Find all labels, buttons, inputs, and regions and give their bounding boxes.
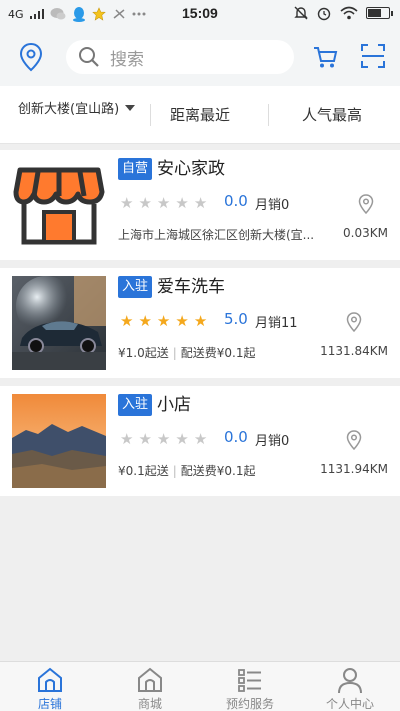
shop-distance: 0.03KM [343, 226, 388, 240]
star-icon: ★ [156, 430, 171, 448]
landscape-image [12, 394, 106, 488]
search-placeholder: 搜索 [110, 49, 144, 70]
shop-icon [38, 667, 62, 692]
star-icon: ★ [120, 194, 134, 212]
map-pin-icon[interactable] [346, 430, 362, 450]
map-pin-icon[interactable] [346, 312, 362, 332]
chevron-down-icon [125, 104, 136, 111]
tab-shop[interactable]: 店铺 [0, 662, 100, 711]
star-icon: ★ [175, 194, 189, 212]
rating-stars: ★ ★ ★ ★ ★ [120, 430, 207, 448]
star-icon: ★ [156, 194, 171, 212]
store-icon [13, 167, 105, 245]
wifi-icon [340, 6, 358, 20]
search-input[interactable]: 搜索 [66, 40, 294, 74]
landscape-photo [12, 394, 106, 488]
shop-name: 安心家政 [157, 159, 225, 179]
monthly-sales: 月销11 [255, 316, 298, 331]
tab-label: 预约服务 [225, 697, 274, 711]
star-icon: ★ [138, 430, 152, 448]
tab-nearest[interactable]: 距离最近 [170, 104, 230, 125]
rating-stars: ★ ★ ★ ★ ★ [120, 312, 207, 330]
cellular-icon [113, 9, 125, 19]
star-icon: ★ [138, 312, 152, 330]
cart-icon[interactable] [312, 44, 338, 70]
min-order: ¥0.1起送 [118, 464, 169, 478]
filter-bar: 创新大楼(宜山路) 距离最近 人气最高 [0, 86, 400, 144]
status-time: 15:09 [182, 5, 218, 21]
tab-booking[interactable]: 预约服务 [200, 662, 300, 711]
delivery-fee: 配送费¥0.1起 [180, 346, 256, 360]
monthly-sales: 月销0 [255, 198, 290, 213]
shop-tag: 自营 [118, 158, 153, 180]
shop-delivery-info: ¥0.1起送 | 配送费¥0.1起 [118, 462, 256, 479]
shop-item[interactable]: 自营 安心家政 ★ ★ ★ ★ ★ 0.0 月销0 上海市上海城区徐汇区创新大楼(宜..… [0, 150, 400, 260]
mall-icon [138, 667, 162, 692]
tab-mall[interactable]: 商城 [100, 662, 200, 711]
shop-name: 小店 [157, 395, 191, 415]
tab-profile[interactable]: 个人中心 [300, 662, 400, 711]
tab-label: 商城 [137, 697, 162, 711]
bottom-tab-bar: 店铺 商城 预约服务 个人中心 [0, 661, 400, 711]
tab-label: 店铺 [37, 697, 62, 711]
divider [268, 104, 269, 126]
rating-value: 5.0 [224, 310, 248, 328]
shop-tag: 入驻 [118, 394, 153, 416]
favorite-icon [91, 7, 106, 21]
mute-icon [294, 6, 308, 20]
star-icon: ★ [175, 430, 189, 448]
star-icon: ★ [120, 430, 134, 448]
star-icon: ★ [193, 312, 208, 330]
rating-value: 0.0 [224, 428, 248, 446]
alarm-icon [317, 7, 331, 21]
min-order: ¥1.0起送 [118, 346, 169, 360]
divider [150, 104, 151, 126]
top-bar: 搜索 [0, 28, 400, 86]
status-bar: 4G 15:09 [0, 0, 400, 28]
shop-item[interactable]: 入驻 爱车洗车 ★ ★ ★ ★ ★ 5.0 月销11 ¥1.0起送 | 配送费¥0.1起 1… [0, 268, 400, 378]
rating-stars: ★ ★ ★ ★ ★ [120, 194, 207, 212]
car-wash-photo [12, 276, 106, 370]
list-icon [238, 669, 261, 692]
search-icon [79, 47, 99, 67]
delivery-fee: 配送费¥0.1起 [180, 464, 256, 478]
location-label: 创新大楼(宜山路) [18, 102, 120, 117]
tab-label: 个人中心 [325, 697, 374, 711]
star-icon: ★ [193, 430, 208, 448]
star-icon: ★ [138, 194, 152, 212]
status-right [294, 5, 393, 21]
qq-icon [72, 7, 85, 22]
tab-popular[interactable]: 人气最高 [302, 104, 362, 125]
star-icon: ★ [120, 312, 134, 330]
shop-logo-image [12, 158, 106, 252]
rating-value: 0.0 [224, 192, 248, 210]
separator: | [172, 464, 177, 478]
location-selector[interactable]: 创新大楼(宜山路) [18, 98, 136, 117]
wechat-icon [50, 8, 66, 20]
status-left: 4G [8, 6, 146, 22]
shop-item[interactable]: 入驻 小店 ★ ★ ★ ★ ★ 0.0 月销0 ¥0.1起送 | 配送费¥0.1起 1131… [0, 386, 400, 496]
shop-distance: 1131.84KM [320, 344, 388, 358]
separator: | [172, 346, 177, 360]
dots-icon [132, 12, 146, 16]
star-icon: ★ [175, 312, 189, 330]
map-pin-icon[interactable] [358, 194, 374, 214]
car-wash-image [12, 276, 106, 370]
monthly-sales: 月销0 [255, 434, 290, 449]
signal-icon [29, 9, 44, 19]
signal-label: 4G [8, 7, 24, 21]
shop-tag: 入驻 [118, 276, 153, 298]
shop-distance: 1131.94KM [320, 462, 388, 476]
location-icon[interactable] [18, 42, 44, 72]
scan-icon[interactable] [360, 43, 386, 69]
battery-icon [366, 7, 393, 19]
shop-delivery-info: ¥1.0起送 | 配送费¥0.1起 [118, 344, 256, 361]
shop-address: 上海市上海城区徐汇区创新大楼(宜... [118, 228, 315, 242]
person-icon [338, 668, 362, 694]
star-icon: ★ [193, 194, 208, 212]
star-icon: ★ [156, 312, 171, 330]
shop-name: 爱车洗车 [157, 277, 225, 297]
